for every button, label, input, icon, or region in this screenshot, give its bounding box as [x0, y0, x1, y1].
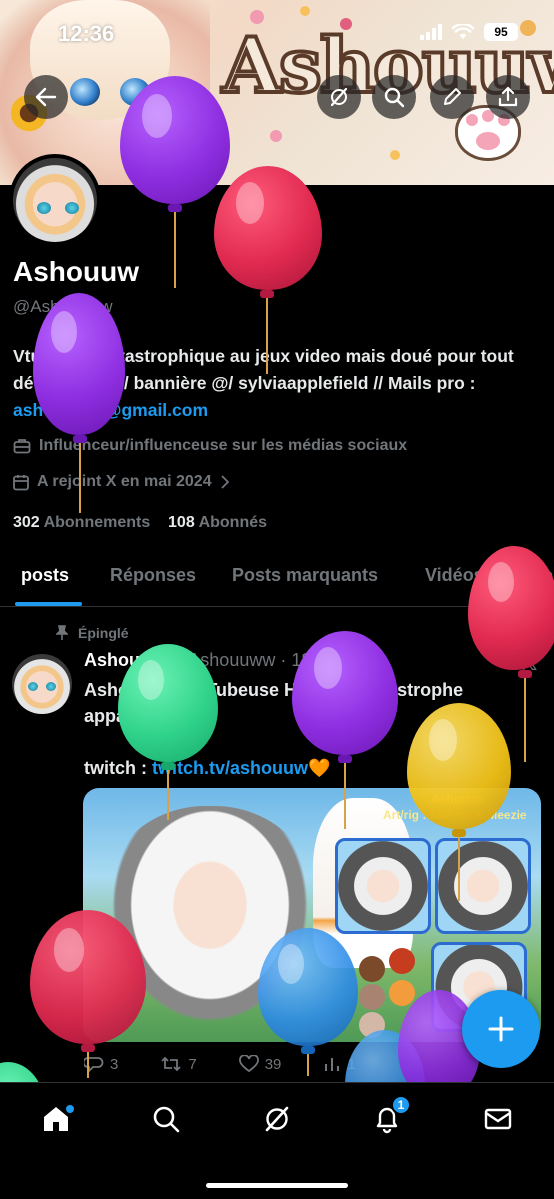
- nav-grok[interactable]: [257, 1099, 297, 1139]
- expression-frame-1: [335, 838, 431, 934]
- views-count: 1: [347, 1055, 356, 1073]
- active-tab-indicator: [15, 602, 82, 606]
- search-button[interactable]: [372, 75, 416, 119]
- pinned-text: Épinglé: [78, 625, 129, 641]
- back-button[interactable]: [24, 75, 68, 119]
- follow-stats: 302 Abonnements 108 Abonnés: [13, 514, 267, 532]
- share-button[interactable]: [486, 75, 530, 119]
- grok-icon: [265, 1106, 289, 1132]
- reply-icon: [84, 1057, 104, 1073]
- status-time: 12:36: [58, 21, 115, 46]
- vtuber-character-art: [95, 806, 325, 1042]
- like-button[interactable]: 39: [238, 1055, 282, 1073]
- followers-link[interactable]: 108 Abonnés: [168, 514, 267, 531]
- share-icon: [498, 86, 518, 107]
- profile-name: Ashouuw: [13, 256, 139, 287]
- post-text-line1: Ashouuw, la VTubeuse Hamster catastrophe…: [84, 680, 464, 726]
- nav-search[interactable]: [146, 1099, 186, 1139]
- search-icon: [153, 1106, 180, 1133]
- nav-home[interactable]: [36, 1099, 76, 1139]
- bio-text: Vtubeuse Catastrophique au jeux video ma…: [13, 346, 514, 393]
- category-label: Influenceur/influenceuse sur les médias …: [39, 437, 408, 454]
- twitch-link[interactable]: twitch.tv/ashouuw: [152, 758, 308, 778]
- expression-frame-2: [435, 838, 531, 934]
- status-icons: 95: [420, 23, 518, 41]
- profile-joined[interactable]: A rejoint X en mai 2024: [13, 473, 230, 491]
- post-author-name[interactable]: Ashouuw: [84, 650, 165, 670]
- plus-icon: [488, 1016, 514, 1042]
- post-text-twitch: twitch : twitch.tv/ashouuw🧡: [84, 755, 534, 781]
- post-header: Ashouuw @Ashouuww · 18/11/2025: [84, 650, 380, 671]
- views-button[interactable]: 1: [323, 1055, 356, 1073]
- pinned-label: Épinglé: [56, 625, 129, 641]
- profile-handle: @Ashouuww: [13, 297, 113, 316]
- heart-icon: [238, 1055, 259, 1073]
- followers-count: 108: [168, 514, 195, 531]
- edit-button[interactable]: [430, 75, 474, 119]
- wifi-icon: [452, 24, 474, 39]
- notification-badge: 1: [391, 1095, 411, 1115]
- reply-count: 3: [110, 1055, 119, 1073]
- post-text: Ashouuw, la VTubeuse Hamster catastrophe…: [84, 677, 534, 781]
- grok-icon: [330, 87, 348, 107]
- repost-icon: [161, 1056, 181, 1072]
- post-date: · 18/11/2025: [280, 650, 381, 670]
- nav-messages[interactable]: [478, 1099, 518, 1139]
- tab-highlights[interactable]: Posts marquants: [232, 565, 378, 586]
- heart-emoji: 🧡: [308, 758, 331, 778]
- tab-videos[interactable]: Vidéos: [425, 565, 484, 586]
- media-caption-title: Ashouuw: [431, 792, 485, 806]
- following-count: 302: [13, 514, 40, 531]
- tab-posts[interactable]: posts: [21, 565, 69, 586]
- briefcase-icon: [13, 439, 31, 454]
- home-unread-dot: [66, 1105, 74, 1113]
- compose-post-button[interactable]: [462, 990, 540, 1068]
- bottom-navigation: 1: [0, 1082, 554, 1199]
- grok-button[interactable]: [317, 75, 361, 119]
- arrow-left-icon: [35, 87, 57, 107]
- tab-replies[interactable]: Réponses: [110, 565, 196, 586]
- tab-photos[interactable]: Pho: [519, 565, 553, 586]
- bio-email-link[interactable]: ashouuwvt@gmail.com: [13, 400, 208, 420]
- x-logo-icon: 𝕏: [520, 650, 538, 675]
- home-indicator: [206, 1183, 348, 1188]
- profile-tabs: posts Réponses Posts marquants Vidéos Ph…: [0, 555, 554, 607]
- joined-label: A rejoint X en mai 2024: [37, 473, 212, 490]
- calendar-icon: [13, 474, 29, 490]
- edit-icon: [444, 88, 461, 105]
- post-author-avatar[interactable]: [12, 654, 72, 714]
- reply-button[interactable]: 3: [84, 1055, 118, 1073]
- followers-label: Abonnés: [198, 514, 268, 531]
- nav-notifications[interactable]: 1: [367, 1095, 411, 1139]
- messages-icon: [484, 1108, 512, 1130]
- like-count: 39: [264, 1055, 282, 1073]
- battery-indicator: 95: [484, 23, 518, 41]
- following-label: Abonnements: [43, 514, 151, 531]
- profile-category: Influenceur/influenceuse sur les médias …: [13, 437, 407, 455]
- following-link[interactable]: 302 Abonnements: [13, 514, 150, 531]
- chevron-right-icon: [220, 475, 229, 489]
- pin-icon: [56, 625, 68, 640]
- media-caption-credits: Art/rig : Akeyne & Meezie: [383, 808, 527, 822]
- repost-count: 7: [188, 1055, 197, 1073]
- profile-avatar[interactable]: [9, 154, 101, 246]
- repost-button[interactable]: 7: [160, 1055, 197, 1073]
- post-author-handle[interactable]: @Ashouuww: [170, 650, 275, 670]
- balloon-green-2: [0, 1062, 46, 1082]
- views-icon: [325, 1058, 340, 1071]
- twitch-label: twitch :: [84, 758, 152, 778]
- profile-bio: Vtubeuse Catastrophique au jeux video ma…: [13, 343, 543, 424]
- search-icon: [384, 87, 405, 108]
- signal-icon: [420, 24, 442, 40]
